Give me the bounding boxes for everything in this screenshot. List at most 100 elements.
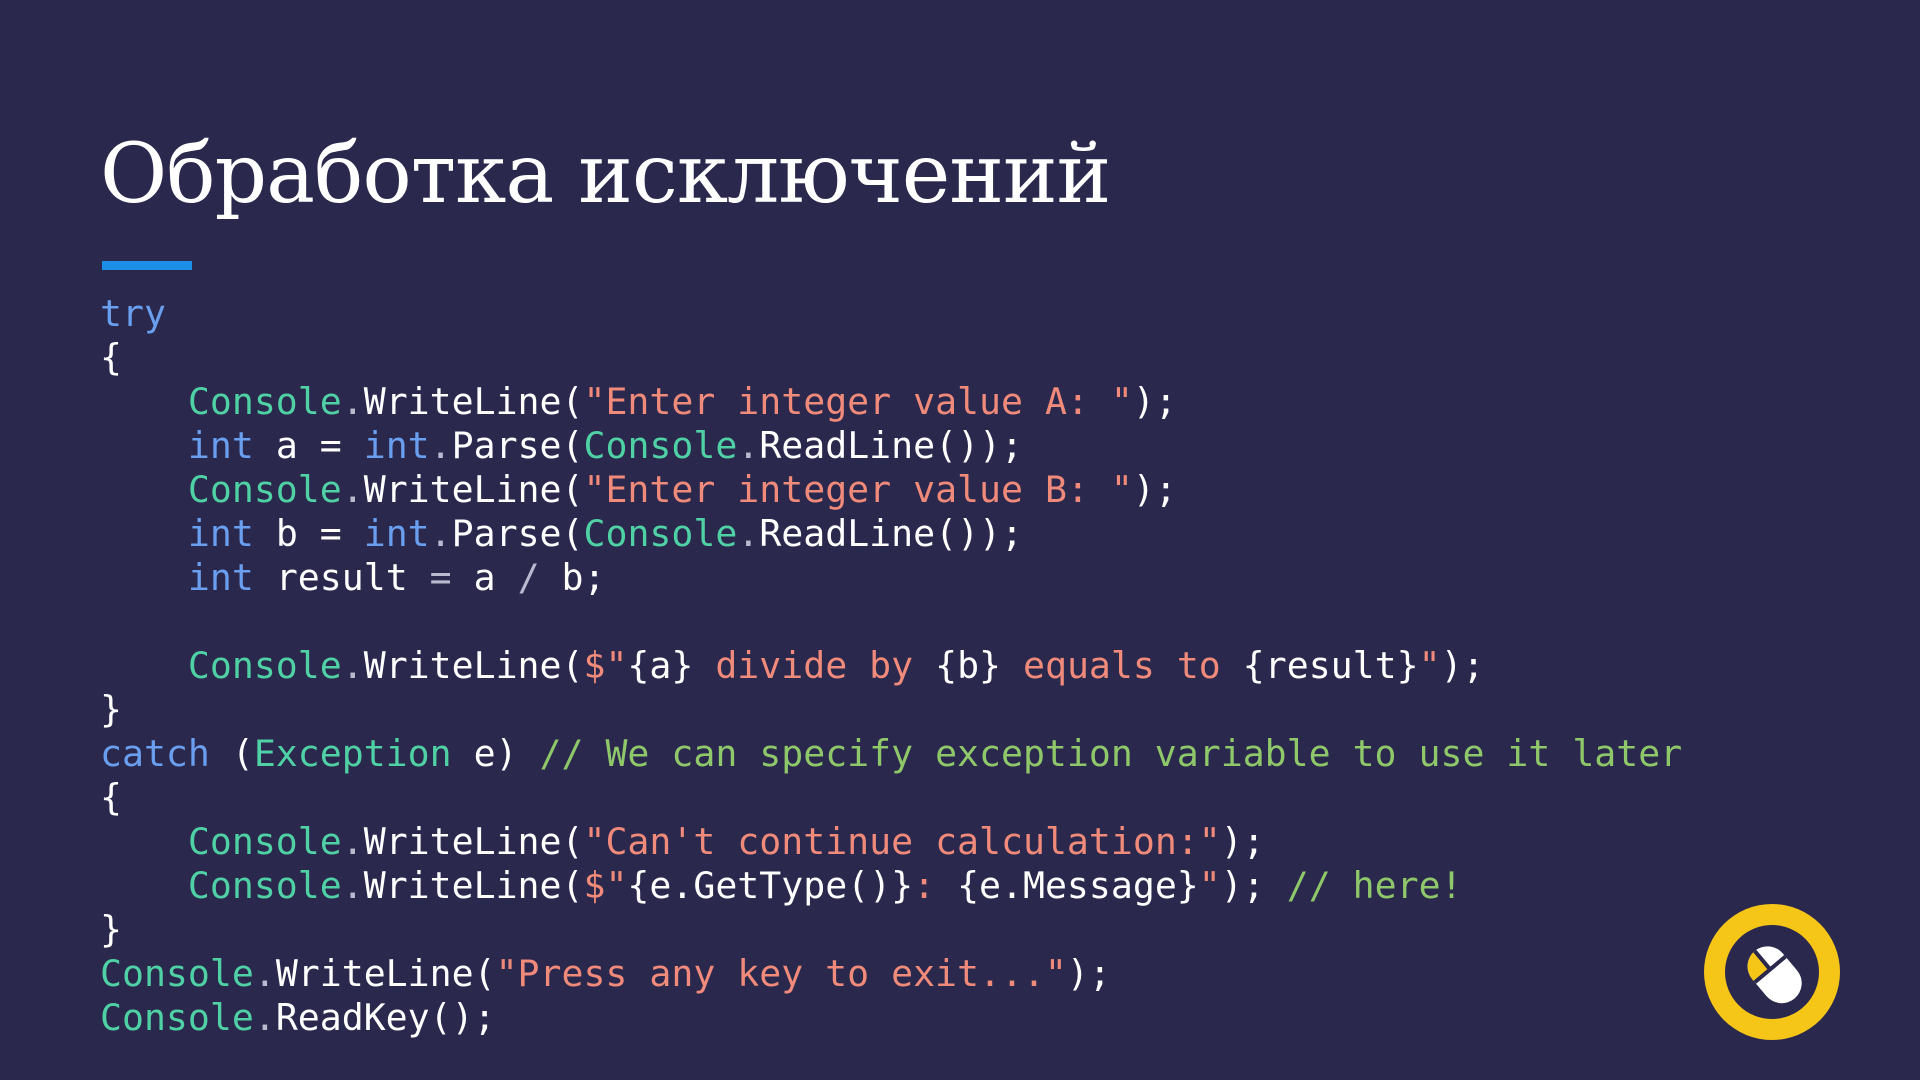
code-token: . bbox=[253, 952, 276, 995]
code-token: catch bbox=[100, 732, 210, 775]
code-line: { bbox=[100, 776, 1682, 820]
code-token: divide by bbox=[693, 644, 936, 687]
code-line: Console.WriteLine("Enter integer value B… bbox=[100, 468, 1682, 512]
code-token: ); bbox=[1066, 952, 1111, 995]
code-token: equals to bbox=[1001, 644, 1243, 687]
code-token: } bbox=[100, 688, 122, 731]
code-token: $" bbox=[583, 644, 628, 687]
code-token: WriteLine( bbox=[363, 644, 584, 687]
code-token: int bbox=[363, 424, 430, 467]
code-token: b; bbox=[539, 556, 606, 599]
code-token: int bbox=[187, 556, 254, 599]
code-token: b = bbox=[253, 512, 364, 555]
code-token: // We can specify exception variable to … bbox=[539, 732, 1683, 775]
code-token: $" bbox=[583, 864, 628, 907]
code-line: } bbox=[100, 688, 1682, 732]
code-token: "Can't continue calculation:" bbox=[583, 820, 1221, 863]
code-token: . bbox=[341, 864, 364, 907]
code-token: Console bbox=[187, 468, 342, 511]
code-token: : bbox=[913, 864, 958, 907]
code-token: ); bbox=[1220, 820, 1265, 863]
code-token: int bbox=[363, 512, 430, 555]
code-line: int result = a / b; bbox=[100, 556, 1682, 600]
code-token: . bbox=[341, 820, 364, 863]
title-underline bbox=[102, 261, 192, 270]
code-token: WriteLine( bbox=[363, 864, 584, 907]
code-token: ); bbox=[1132, 380, 1177, 423]
code-token: ReadLine()); bbox=[759, 512, 1024, 555]
code-token: " bbox=[1418, 644, 1441, 687]
code-line: Console.WriteLine($"{a} divide by {b} eq… bbox=[100, 644, 1682, 688]
code-token: ); bbox=[1132, 468, 1177, 511]
code-token: ReadLine()); bbox=[759, 424, 1024, 467]
code-token: . bbox=[737, 512, 760, 555]
code-line: Console.WriteLine("Press any key to exit… bbox=[100, 952, 1682, 996]
code-token: e) bbox=[451, 732, 540, 775]
code-token: . bbox=[737, 424, 760, 467]
code-token: Console bbox=[187, 644, 342, 687]
code-token: Console bbox=[100, 952, 254, 995]
code-line: Console.WriteLine("Can't continue calcul… bbox=[100, 820, 1682, 864]
code-token: {a} bbox=[627, 644, 694, 687]
code-token: Console bbox=[187, 380, 342, 423]
code-token: ); bbox=[1220, 864, 1287, 907]
code-token: Console bbox=[100, 996, 254, 1039]
slide-title: Обработка исключений bbox=[100, 127, 1111, 222]
code-token: WriteLine( bbox=[363, 820, 584, 863]
code-line: catch (Exception e) // We can specify ex… bbox=[100, 732, 1682, 776]
code-token: int bbox=[187, 512, 254, 555]
code-token: Console bbox=[187, 864, 342, 907]
code-token: . bbox=[429, 512, 452, 555]
code-token: { bbox=[100, 336, 122, 379]
mouse-cursor-icon bbox=[1704, 904, 1840, 1040]
code-line: int b = int.Parse(Console.ReadLine()); bbox=[100, 512, 1682, 556]
code-token: int bbox=[187, 424, 254, 467]
code-token: Exception bbox=[253, 732, 452, 775]
code-token: . bbox=[341, 468, 364, 511]
code-line: { bbox=[100, 336, 1682, 380]
code-line: try bbox=[100, 292, 1682, 336]
code-token: "Press any key to exit..." bbox=[495, 952, 1067, 995]
code-token: try bbox=[100, 292, 166, 335]
code-line: Console.WriteLine("Enter integer value A… bbox=[100, 380, 1682, 424]
code-token: } bbox=[100, 908, 122, 951]
code-token: // here! bbox=[1286, 864, 1463, 907]
code-token: WriteLine( bbox=[363, 468, 584, 511]
code-token: "Enter integer value A: " bbox=[583, 380, 1133, 423]
code-token: result bbox=[253, 556, 430, 599]
code-token: ( bbox=[209, 732, 254, 775]
code-token: = bbox=[429, 556, 452, 599]
code-token: Parse( bbox=[451, 512, 584, 555]
code-token: a bbox=[451, 556, 518, 599]
code-token: {e.Message} bbox=[957, 864, 1199, 907]
code-token: . bbox=[341, 644, 364, 687]
code-token: WriteLine( bbox=[363, 380, 584, 423]
code-token: WriteLine( bbox=[275, 952, 496, 995]
code-block: try{ Console.WriteLine("Enter integer va… bbox=[100, 292, 1682, 1040]
code-line: int a = int.Parse(Console.ReadLine()); bbox=[100, 424, 1682, 468]
code-token: Console bbox=[583, 424, 738, 467]
code-line: Console.WriteLine($"{e.GetType()}: {e.Me… bbox=[100, 864, 1682, 908]
code-token: Console bbox=[187, 820, 342, 863]
code-token: . bbox=[429, 424, 452, 467]
code-token: Console bbox=[583, 512, 738, 555]
code-token: ); bbox=[1440, 644, 1485, 687]
code-token: {result} bbox=[1242, 644, 1419, 687]
code-token: ReadKey(); bbox=[275, 996, 496, 1039]
code-token: "Enter integer value B: " bbox=[583, 468, 1133, 511]
code-token: / bbox=[517, 556, 540, 599]
code-line: Console.ReadKey(); bbox=[100, 996, 1682, 1040]
code-token: {e.GetType()} bbox=[627, 864, 914, 907]
code-token: . bbox=[341, 380, 364, 423]
code-token: Parse( bbox=[451, 424, 584, 467]
code-token: " bbox=[1198, 864, 1221, 907]
